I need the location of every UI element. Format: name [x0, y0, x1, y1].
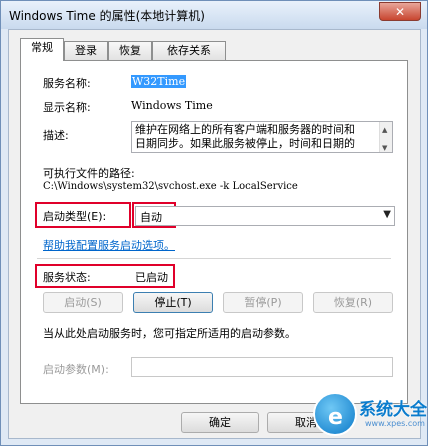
start-button[interactable]: 启动(S) [43, 292, 123, 313]
tab-label: 常规 [31, 41, 53, 54]
watermark-brand: 系统大全 [359, 400, 427, 420]
startup-type-value: 自动 [140, 211, 162, 224]
display-name-value[interactable]: Windows Time [131, 99, 213, 112]
tab-dependencies[interactable]: 依存关系 [152, 41, 226, 60]
description-line: 维护在网络上的所有客户端和服务器的时间和 [135, 123, 355, 136]
help-configure-link[interactable]: 帮助我配置服务启动选项。 [43, 237, 175, 253]
start-params-label: 启动参数(M): [43, 363, 109, 376]
path-value[interactable]: C:\Windows\system32\svchost.exe -k Local… [43, 181, 298, 192]
tab-label: 恢复 [119, 44, 141, 57]
description-line: 日期同步。如果此服务被停止，时间和日期的 [135, 137, 355, 150]
start-params-input[interactable] [131, 357, 393, 377]
properties-dialog: Windows Time 的属性(本地计算机) ✕ 常规 登录 恢复 依存关系 … [0, 0, 428, 446]
service-name-value[interactable]: W32Time [131, 75, 187, 88]
scroll-down-icon[interactable]: ▼ [382, 141, 387, 152]
close-button[interactable]: ✕ [379, 2, 421, 21]
path-label: 可执行文件的路径: [43, 167, 135, 180]
general-panel: 服务名称: W32Time 显示名称: Windows Time 描述: 维护在… [20, 60, 408, 404]
description-scrollbar[interactable]: ▲ ▼ [379, 122, 392, 152]
dialog-client: 常规 登录 恢复 依存关系 服务名称: W32Time 显示名称: Window… [8, 29, 421, 439]
ok-button[interactable]: 确定 [181, 412, 259, 433]
service-name-text: W32Time [131, 75, 187, 88]
watermark-logo: e 系统大全 www.xpes.com [309, 387, 427, 445]
tab-recovery[interactable]: 恢复 [108, 41, 152, 60]
separator [37, 258, 391, 259]
watermark-url: www.xpes.com [365, 419, 425, 428]
globe-icon: e [313, 392, 357, 436]
chevron-down-icon: ▼ [383, 209, 391, 220]
description-label: 描述: [43, 129, 69, 142]
resume-button[interactable]: 恢复(R) [313, 292, 393, 313]
window-title: Windows Time 的属性(本地计算机) [9, 9, 205, 23]
startup-type-select[interactable]: 自动 ▼ [135, 206, 395, 226]
tab-label: 依存关系 [167, 44, 211, 57]
title-bar[interactable]: Windows Time 的属性(本地计算机) ✕ [1, 1, 427, 29]
close-icon: ✕ [394, 5, 406, 19]
tab-label: 登录 [75, 44, 97, 57]
tab-logon[interactable]: 登录 [64, 41, 108, 60]
display-name-label: 显示名称: [43, 101, 91, 114]
stop-button[interactable]: 停止(T) [133, 292, 213, 313]
description-box[interactable]: 维护在网络上的所有客户端和服务器的时间和 日期同步。如果此服务被停止，时间和日期… [131, 121, 393, 153]
status-value: 已启动 [135, 271, 168, 284]
tab-general[interactable]: 常规 [20, 38, 64, 61]
pause-button[interactable]: 暂停(P) [223, 292, 303, 313]
service-name-label: 服务名称: [43, 77, 91, 90]
startup-type-label: 启动类型(E): [43, 210, 107, 223]
start-params-hint: 当从此处启动服务时，您可指定所适用的启动参数。 [43, 327, 296, 340]
scroll-up-icon[interactable]: ▲ [382, 123, 387, 137]
status-label: 服务状态: [43, 271, 91, 284]
watermark-letter: e [328, 405, 343, 430]
